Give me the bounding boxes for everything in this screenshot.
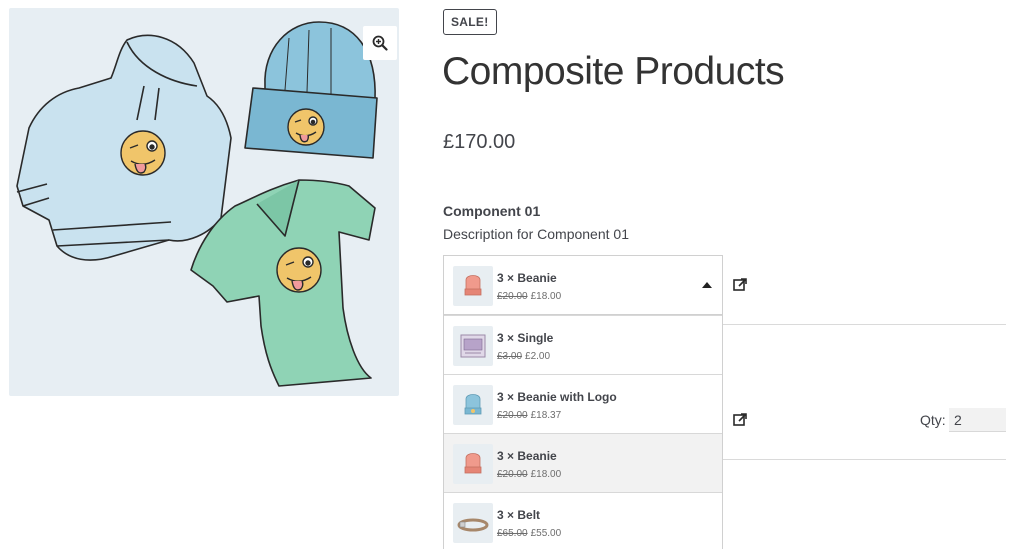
magnify-plus-icon: [372, 35, 388, 51]
option-thumbnail: [453, 326, 493, 366]
album-icon: [460, 334, 486, 358]
product-gallery-image[interactable]: [9, 8, 399, 396]
selected-option-new-price: £18.00: [530, 291, 562, 302]
option-name: 3 × Single: [497, 331, 554, 345]
hoodie-emoji: [120, 130, 166, 176]
option-old-price: £3.00: [497, 351, 523, 362]
option-price: £65.00 £55.00: [497, 528, 561, 539]
belt-icon: [457, 518, 489, 532]
selected-option-thumbnail: [453, 266, 493, 306]
component-options-dropdown: 3 × Single £3.00 £2.00 3 × Beanie with Lo…: [443, 314, 723, 549]
option-thumbnail: [453, 503, 493, 543]
external-link-icon[interactable]: [733, 413, 747, 427]
external-link-icon[interactable]: [733, 278, 747, 292]
product-price: £170.00: [443, 131, 516, 153]
option-thumbnail: [453, 444, 493, 484]
selected-option-old-price: £20.00: [497, 291, 528, 302]
option-new-price: £2.00: [525, 351, 551, 362]
option-item-beanie-with-logo[interactable]: 3 × Beanie with Logo £20.00 £18.37: [444, 374, 722, 433]
option-price: £20.00 £18.37: [497, 410, 561, 421]
option-new-price: £55.00: [530, 528, 562, 539]
beanie-icon: [464, 275, 482, 296]
component-option-select[interactable]: 3 × Beanie £20.00 £18.00: [443, 255, 723, 315]
option-new-price: £18.00: [530, 469, 562, 480]
quantity-label: Qty:: [920, 412, 946, 428]
divider: [723, 324, 1006, 325]
beanie-emoji: [287, 108, 325, 146]
option-item-belt[interactable]: 3 × Belt £65.00 £55.00: [444, 492, 722, 549]
option-old-price: £20.00: [497, 410, 528, 421]
option-old-price: £20.00: [497, 469, 528, 480]
product-illustration: [16, 21, 378, 387]
option-name: 3 × Belt: [497, 508, 541, 522]
caret-up-icon: [702, 282, 712, 288]
option-new-price: £18.37: [530, 410, 562, 421]
product-title: Composite Products: [442, 50, 785, 93]
option-price: £20.00 £18.00: [497, 469, 561, 480]
option-name: 3 × Beanie: [497, 449, 557, 463]
divider: [723, 459, 1006, 460]
option-item-beanie[interactable]: 3 × Beanie £20.00 £18.00: [444, 433, 722, 492]
beanie-icon: [464, 453, 482, 474]
zoom-button[interactable]: [363, 26, 397, 60]
option-name: 3 × Beanie with Logo: [497, 390, 617, 404]
sale-badge: SALE!: [443, 9, 497, 35]
quantity-input[interactable]: [949, 408, 1006, 432]
option-thumbnail: [453, 385, 493, 425]
option-item-single[interactable]: 3 × Single £3.00 £2.00: [444, 315, 722, 374]
beanie-logo-icon: [464, 394, 482, 415]
selected-option-name: 3 × Beanie: [497, 271, 557, 285]
component-description: Description for Component 01: [443, 226, 629, 242]
component-title: Component 01: [443, 203, 541, 219]
tshirt-emoji: [276, 247, 322, 293]
option-old-price: £65.00: [497, 528, 528, 539]
selected-option-price: £20.00 £18.00: [497, 291, 561, 302]
option-price: £3.00 £2.00: [497, 351, 550, 362]
